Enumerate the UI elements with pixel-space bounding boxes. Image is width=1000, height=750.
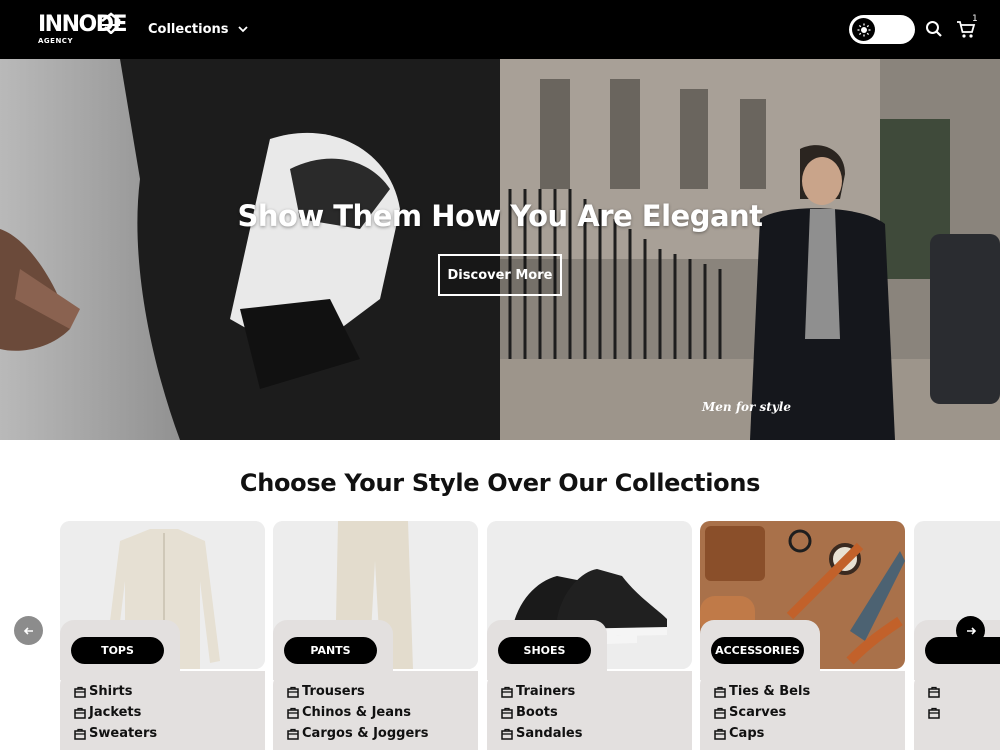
link-jackets[interactable]: Jackets <box>74 702 157 723</box>
carousel-next-button[interactable] <box>956 616 985 645</box>
link-label: Sandales <box>516 726 583 741</box>
arrow-left-icon <box>23 626 33 635</box>
link-chinos-jeans[interactable]: Chinos & Jeans <box>287 702 428 723</box>
bag-icon <box>501 728 513 740</box>
link-trousers[interactable]: Trousers <box>287 681 428 702</box>
link-shirts[interactable]: Shirts <box>74 681 157 702</box>
card-links: Ties & Bels Scarves Caps <box>714 681 810 744</box>
link-label: Scarves <box>729 705 787 720</box>
link-partial[interactable] <box>928 702 943 723</box>
hero-image-left <box>0 59 500 440</box>
link-sweaters[interactable]: Sweaters <box>74 723 157 744</box>
hero-banner: Show Them How You Are Elegant Discover M… <box>0 59 1000 440</box>
card-panel <box>914 671 1000 750</box>
bag-icon <box>928 686 940 698</box>
bag-icon <box>287 728 299 740</box>
link-label: Jackets <box>89 705 142 720</box>
bag-icon <box>928 707 940 719</box>
search-icon[interactable] <box>924 19 944 39</box>
link-ties-bels[interactable]: Ties & Bels <box>714 681 810 702</box>
collection-card-pants[interactable]: PANTS Trousers Chinos & Jeans Cargos & J… <box>273 521 478 750</box>
bag-icon <box>714 686 726 698</box>
bag-icon <box>287 686 299 698</box>
bag-icon <box>714 728 726 740</box>
card-links <box>928 681 943 723</box>
hero-title: Show Them How You Are Elegant <box>237 199 763 233</box>
hero-left-artwork <box>0 59 500 440</box>
sun-icon <box>857 23 870 36</box>
carousel-prev-button[interactable] <box>14 616 43 645</box>
link-label: Chinos & Jeans <box>302 705 411 720</box>
arrow-right-icon <box>966 626 976 635</box>
logo-mark-icon <box>101 12 121 34</box>
link-label: Sweaters <box>89 726 158 741</box>
tag-pants[interactable]: PANTS <box>284 637 377 664</box>
collections-title: Choose Your Style Over Our Collections <box>239 469 761 497</box>
site-header: INNODE AGENCY Collections 1 <box>0 0 1000 59</box>
collection-card-shoes[interactable]: SHOES Trainers Boots Sandales <box>487 521 692 750</box>
link-scarves[interactable]: Scarves <box>714 702 810 723</box>
theme-toggle-knob <box>852 18 875 41</box>
bag-icon <box>501 707 513 719</box>
bag-icon <box>287 707 299 719</box>
tag-accessories[interactable]: ACCESSORIES <box>711 637 804 664</box>
bag-icon <box>74 686 86 698</box>
card-links: Trousers Chinos & Jeans Cargos & Joggers <box>287 681 428 744</box>
link-caps[interactable]: Caps <box>714 723 810 744</box>
link-label: Shirts <box>89 684 133 699</box>
collection-card-tops[interactable]: TOPS Shirts Jackets Sweaters <box>60 521 265 750</box>
link-partial[interactable] <box>928 681 943 702</box>
hero-right-artwork <box>500 59 1000 440</box>
hero-image-right <box>500 59 1000 440</box>
nav-collections-label: Collections <box>148 21 229 37</box>
theme-toggle[interactable] <box>849 15 915 44</box>
link-label: Cargos & Joggers <box>302 726 429 741</box>
link-label: Trainers <box>516 684 576 699</box>
link-label: Caps <box>729 726 765 741</box>
bag-icon <box>74 707 86 719</box>
bag-icon <box>74 728 86 740</box>
chevron-down-icon <box>237 26 248 33</box>
link-trainers[interactable]: Trainers <box>501 681 582 702</box>
link-sandales[interactable]: Sandales <box>501 723 582 744</box>
tag-shoes[interactable]: SHOES <box>498 637 591 664</box>
bag-icon <box>714 707 726 719</box>
link-label: Boots <box>516 705 558 720</box>
link-label: Trousers <box>302 684 365 699</box>
nav-collections[interactable]: Collections <box>148 18 249 40</box>
tag-tops[interactable]: TOPS <box>71 637 164 664</box>
bag-icon <box>501 686 513 698</box>
link-label: Ties & Bels <box>729 684 811 699</box>
link-cargos-joggers[interactable]: Cargos & Joggers <box>287 723 428 744</box>
logo-subtext: AGENCY <box>38 37 74 45</box>
collection-card-accessories[interactable]: ACCESSORIES Ties & Bels Scarves Caps <box>700 521 905 750</box>
hero-watermark: Men for style <box>702 400 791 414</box>
card-links: Trainers Boots Sandales <box>501 681 582 744</box>
cart-count-badge: 1 <box>972 14 978 24</box>
discover-more-button[interactable]: Discover More <box>438 254 562 296</box>
link-boots[interactable]: Boots <box>501 702 582 723</box>
card-links: Shirts Jackets Sweaters <box>74 681 157 744</box>
